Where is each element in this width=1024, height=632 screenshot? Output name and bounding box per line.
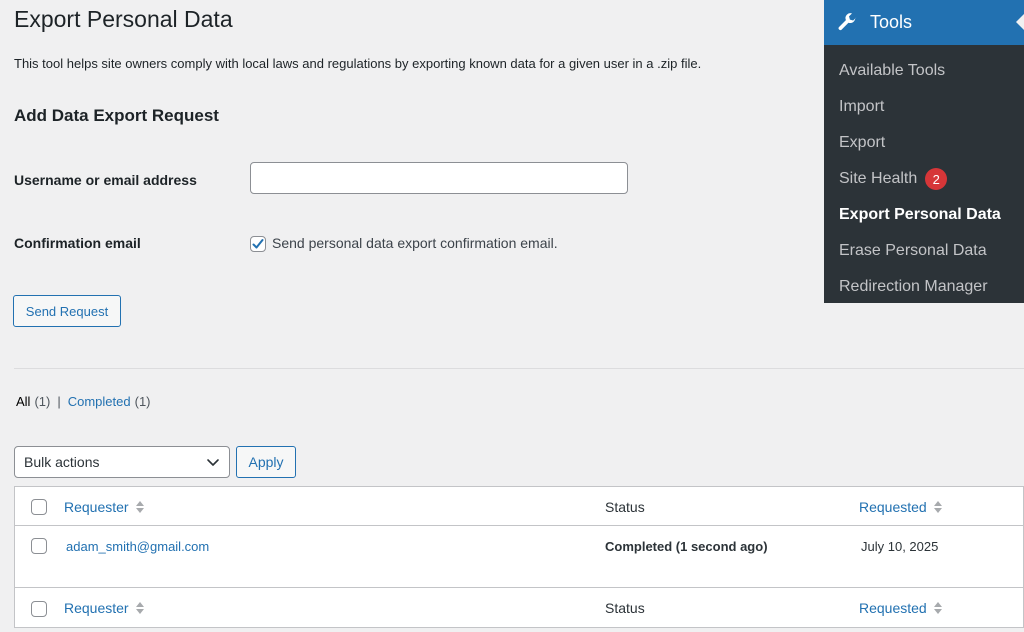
notification-badge: 2 [925, 168, 948, 190]
filter-separator: | [57, 394, 61, 409]
menu-pointer-arrow [1016, 14, 1024, 30]
table-row: adam_smith@gmail.com Completed (1 second… [15, 526, 1023, 588]
section-title: Add Data Export Request [14, 106, 219, 125]
menu-item-available-tools[interactable]: Available Tools [839, 62, 945, 80]
column-status-footer: Status [605, 599, 645, 616]
column-requester-footer-label[interactable]: Requester [64, 600, 129, 616]
requester-cell: adam_smith@gmail.com [66, 526, 209, 567]
requester-email-link[interactable]: adam_smith@gmail.com [66, 539, 209, 554]
username-input[interactable] [250, 162, 628, 194]
requests-table: Requester Status Requested adam_smith@gm… [14, 486, 1024, 628]
send-request-button[interactable]: Send Request [13, 295, 121, 327]
confirmation-email-label: Confirmation email [14, 235, 141, 251]
tools-flyout-menu: Tools Available Tools Import Export Site… [824, 0, 1024, 303]
filter-completed[interactable]: Completed [68, 394, 131, 409]
menu-item-export-personal-data[interactable]: Export Personal Data [839, 206, 1001, 224]
menu-item-redirection-manager[interactable]: Redirection Manager [839, 278, 988, 296]
page-title: Export Personal Data [14, 6, 233, 32]
menu-item-erase-personal-data[interactable]: Erase Personal Data [839, 242, 987, 260]
filter-completed-count: (1) [134, 394, 151, 409]
menu-item-site-health-label: Site Health [839, 170, 918, 187]
column-requested-footer[interactable]: Requested [859, 588, 943, 627]
requested-date-cell: July 10, 2025 [861, 539, 939, 554]
column-requested-header[interactable]: Requested [859, 487, 943, 526]
filter-all[interactable]: All [16, 394, 30, 409]
filter-all-count: (1) [34, 394, 51, 409]
column-requester-header[interactable]: Requester [64, 487, 145, 526]
sort-icon [933, 499, 943, 515]
sort-icon [135, 600, 145, 616]
confirmation-email-checkbox[interactable] [250, 236, 266, 252]
table-header-row: Requester Status Requested [15, 487, 1023, 526]
column-status-header: Status [605, 498, 645, 515]
sort-icon [933, 600, 943, 616]
column-requester-footer[interactable]: Requester [64, 588, 145, 627]
bulk-actions-value: Bulk actions [24, 454, 100, 470]
checkmark-icon [252, 239, 264, 249]
column-requester-label[interactable]: Requester [64, 499, 129, 515]
menu-item-export[interactable]: Export [839, 134, 885, 152]
status-filter-links: All (1) | Completed (1) [16, 394, 151, 409]
divider [14, 368, 1024, 369]
sort-icon [135, 499, 145, 515]
menu-tools-header[interactable]: Tools [824, 0, 1024, 45]
column-requested-footer-label[interactable]: Requested [859, 600, 927, 616]
select-all-checkbox-footer[interactable] [31, 601, 47, 617]
confirmation-email-text[interactable]: Send personal data export confirmation e… [272, 235, 558, 251]
menu-item-site-health[interactable]: Site Health 2 [839, 168, 948, 190]
menu-tools-title: Tools [870, 12, 913, 32]
row-checkbox[interactable] [31, 538, 47, 554]
username-label: Username or email address [14, 172, 197, 188]
page-description: This tool helps site owners comply with … [14, 56, 702, 71]
bulk-actions-select[interactable]: Bulk actions [14, 446, 230, 478]
wrench-icon [838, 12, 857, 30]
apply-button[interactable]: Apply [236, 446, 296, 478]
column-requested-label[interactable]: Requested [859, 499, 927, 515]
select-all-checkbox[interactable] [31, 499, 47, 515]
chevron-down-icon [207, 459, 219, 466]
table-footer-row: Requester Status Requested [15, 588, 1023, 628]
status-cell: Completed (1 second ago) [605, 539, 768, 554]
menu-item-import[interactable]: Import [839, 98, 884, 116]
